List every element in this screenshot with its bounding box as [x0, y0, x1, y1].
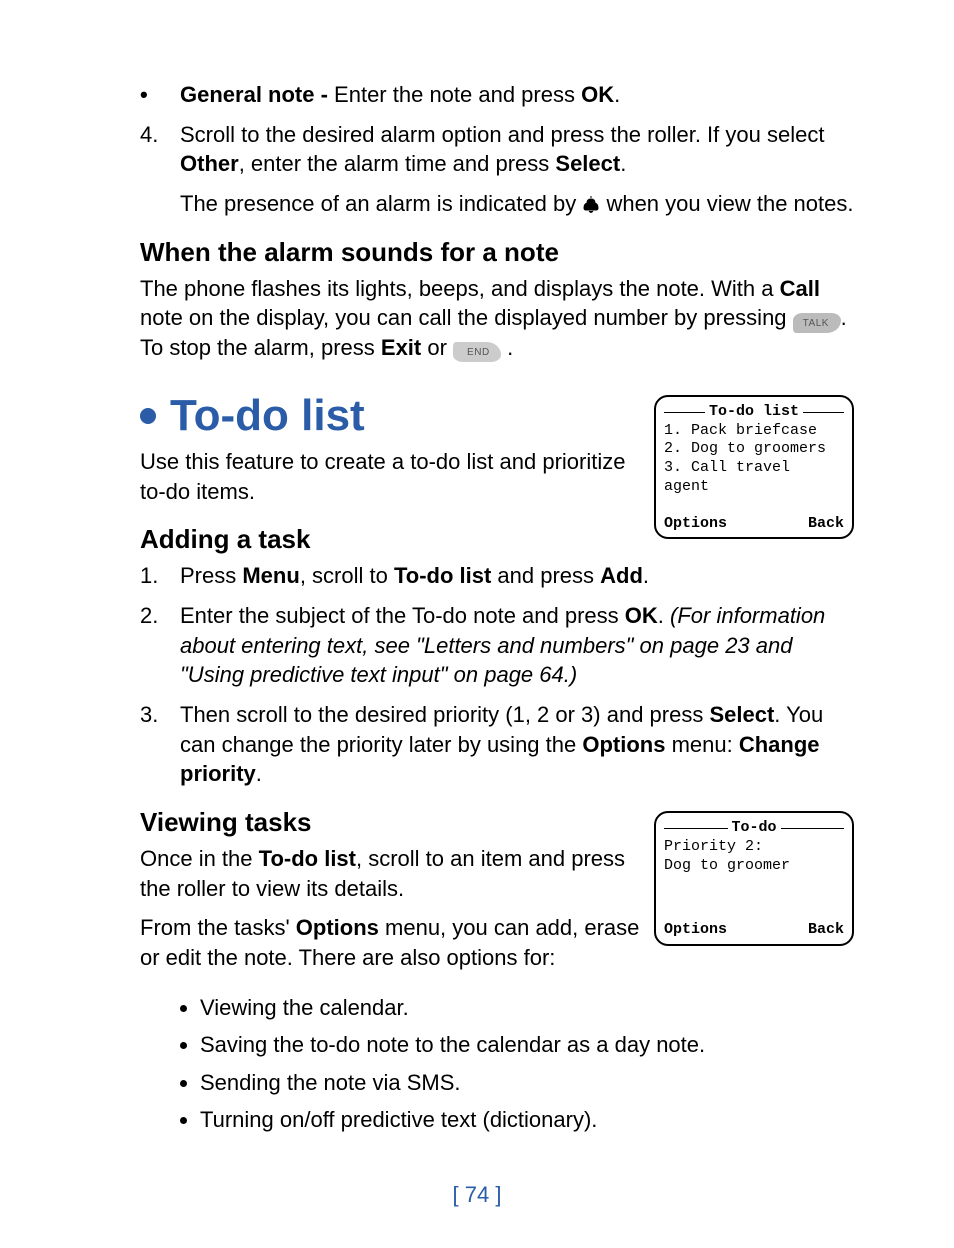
- alarm-p1-a: The phone flashes its lights, beeps, and…: [140, 276, 780, 301]
- options-label: Options: [582, 732, 665, 757]
- phone-screen-todo-list: To-do list 1. Pack briefcase 2. Dog to g…: [654, 395, 854, 540]
- adding-s2-b: .: [658, 603, 670, 628]
- adding-step-3-num: 3.: [140, 700, 180, 789]
- alarm-p1-e: .: [501, 335, 513, 360]
- adding-s1-b: , scroll to: [300, 563, 394, 588]
- list-item: Turning on/off predictive text (dictiona…: [200, 1101, 854, 1138]
- exit-label: Exit: [381, 335, 421, 360]
- alarm-p1-b: note on the display, you can call the di…: [140, 305, 793, 330]
- adding-s2-a: Enter the subject of the To-do note and …: [180, 603, 625, 628]
- page-number: [ 74 ]: [0, 1182, 954, 1208]
- alarm-sounds-paragraph: The phone flashes its lights, beeps, and…: [140, 274, 854, 363]
- adding-s1-c: and press: [491, 563, 600, 588]
- viewing-p2-a: From the tasks': [140, 915, 296, 940]
- adding-s3-c: menu:: [665, 732, 738, 757]
- adding-step-2: 2. Enter the subject of the To-do note a…: [140, 601, 854, 690]
- phone1-item-2: 2. Dog to groomers: [664, 440, 844, 459]
- phone1-softkey-left: Options: [664, 515, 727, 534]
- adding-s3-a: Then scroll to the desired priority (1, …: [180, 702, 709, 727]
- ok-label-2: OK: [625, 603, 658, 628]
- phone2-line-1: Priority 2:: [664, 838, 844, 857]
- alarm-sounds-heading: When the alarm sounds for a note: [140, 237, 854, 268]
- phone1-item-3: 3. Call travel agent: [664, 459, 844, 497]
- list-item: Sending the note via SMS.: [200, 1064, 854, 1101]
- end-key-icon: [453, 342, 501, 362]
- step-4-text-c: .: [620, 151, 626, 176]
- other-label: Other: [180, 151, 239, 176]
- menu-label: Menu: [242, 563, 299, 588]
- step-4: 4. Scroll to the desired alarm option an…: [140, 120, 854, 179]
- viewing-options-list: Viewing the calendar. Saving the to-do n…: [140, 989, 854, 1139]
- general-note-tail: .: [614, 82, 620, 107]
- list-item: Viewing the calendar.: [200, 989, 854, 1026]
- todo-list-label-2: To-do list: [259, 846, 356, 871]
- presence-b: when you view the notes.: [606, 191, 853, 216]
- todo-list-title-text: To-do list: [170, 391, 365, 441]
- phone-screen-todo-detail: To-do Priority 2: Dog to groomer Options…: [654, 811, 854, 946]
- alarm-p1-d: or: [421, 335, 453, 360]
- adding-s1-a: Press: [180, 563, 242, 588]
- select-label: Select: [555, 151, 620, 176]
- call-label: Call: [780, 276, 820, 301]
- todo-list-label: To-do list: [394, 563, 491, 588]
- presence-a: The presence of an alarm is indicated by: [180, 191, 582, 216]
- step-4-number: 4.: [140, 120, 180, 179]
- todo-list-section-title: To-do list: [140, 391, 642, 441]
- list-item: Saving the to-do note to the calendar as…: [200, 1026, 854, 1063]
- adding-step-1: 1. Press Menu, scroll to To-do list and …: [140, 561, 854, 591]
- alarm-bell-icon: [582, 196, 600, 214]
- add-label: Add: [600, 563, 643, 588]
- phone2-softkey-left: Options: [664, 921, 727, 940]
- select-label-2: Select: [709, 702, 774, 727]
- talk-key-icon: [793, 313, 841, 333]
- ok-label: OK: [581, 82, 614, 107]
- step-4-text-a: Scroll to the desired alarm option and p…: [180, 122, 824, 147]
- section-bullet-icon: [140, 408, 156, 424]
- viewing-p1-a: Once in the: [140, 846, 259, 871]
- adding-step-3: 3. Then scroll to the desired priority (…: [140, 700, 854, 789]
- phone2-title: To-do: [732, 819, 777, 838]
- phone2-line-2: Dog to groomer: [664, 857, 844, 876]
- phone2-softkey-right: Back: [808, 921, 844, 940]
- adding-step-2-num: 2.: [140, 601, 180, 690]
- options-label-2: Options: [296, 915, 379, 940]
- bullet-marker: •: [140, 80, 180, 110]
- alarm-presence-note: The presence of an alarm is indicated by…: [180, 189, 854, 219]
- adding-step-1-num: 1.: [140, 561, 180, 591]
- general-note-lead: General note -: [180, 82, 334, 107]
- phone1-softkey-right: Back: [808, 515, 844, 534]
- general-note-bullet: • General note - Enter the note and pres…: [140, 80, 854, 110]
- phone1-item-1: 1. Pack briefcase: [664, 422, 844, 441]
- step-4-text-b: , enter the alarm time and press: [239, 151, 556, 176]
- adding-s3-d: .: [256, 761, 262, 786]
- phone1-title: To-do list: [709, 403, 799, 422]
- adding-s1-d: .: [643, 563, 649, 588]
- general-note-text: Enter the note and press: [334, 82, 581, 107]
